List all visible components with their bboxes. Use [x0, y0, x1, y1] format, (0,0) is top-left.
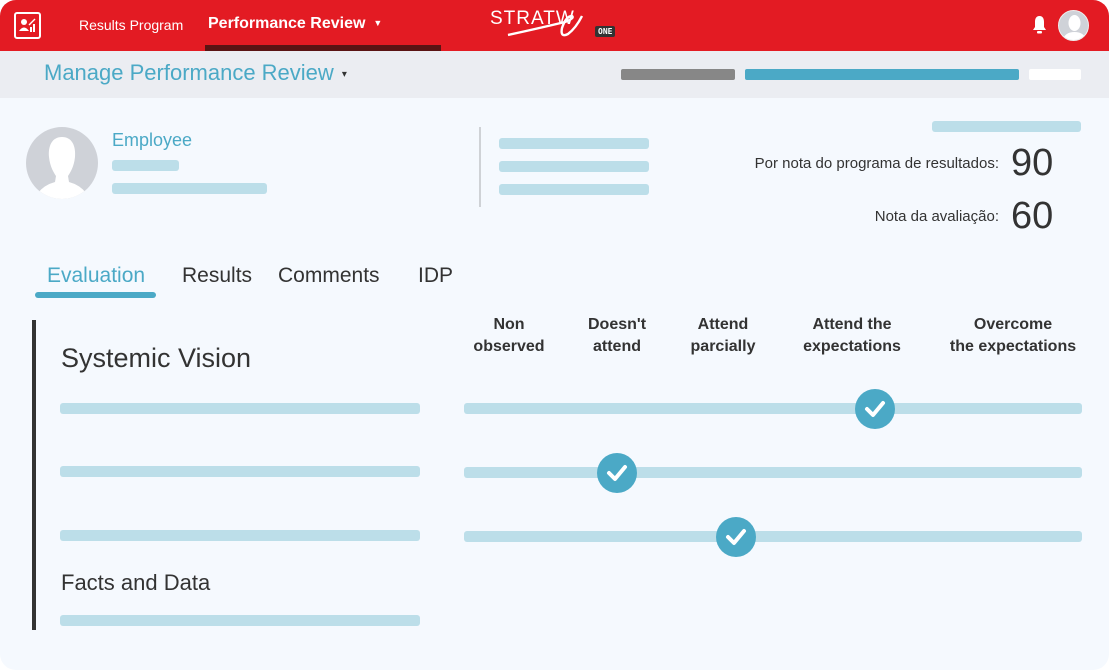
info-placeholder [499, 184, 649, 195]
score-label: Por nota do programa de resultados: [754, 155, 999, 172]
employee-label: Employee [112, 130, 193, 150]
nav-performance-review[interactable]: Performance Review ▼ [208, 15, 382, 33]
scale-header-line: expectations [803, 338, 901, 355]
rating-selected-check-icon[interactable] [597, 453, 637, 493]
info-placeholder [499, 138, 649, 149]
scale-header-line: Doesn't [587, 316, 647, 333]
scale-header-line: Overcome [973, 316, 1053, 333]
score-value: 60 [1011, 195, 1054, 237]
chevron-down-icon: ▾ [341, 69, 347, 80]
scale-header-line: the expectations [949, 338, 1077, 355]
scale-header-line: observed [473, 338, 545, 355]
tab-idp[interactable]: IDP [418, 264, 453, 288]
chevron-down-icon: ▼ [373, 18, 383, 28]
scale-header-line: attend [593, 338, 641, 355]
score-header-placeholder [932, 121, 1081, 132]
bell-icon[interactable] [1031, 15, 1048, 35]
person-silhouette-icon [36, 137, 88, 199]
scale-header-non-observed: Non observed [473, 314, 544, 358]
tab-comments[interactable]: Comments [278, 264, 380, 288]
score-value: 90 [1011, 142, 1054, 184]
scale-header-line: Non [493, 316, 525, 333]
nav-results-program[interactable]: Results Program [79, 17, 183, 33]
performance-chart-icon[interactable] [14, 12, 41, 39]
evaluation-score: Nota da avaliação: 60 [875, 195, 1059, 238]
scale-header-line: Attend the [812, 316, 892, 333]
section-title-facts-and-data: Facts and Data [61, 570, 211, 595]
stratws-logo: STRATW ONE [490, 8, 625, 42]
tab-evaluation[interactable]: Evaluation [47, 264, 145, 288]
scale-header-line: parcially [690, 338, 756, 355]
nav-performance-review-label: Performance Review [208, 15, 366, 32]
scale-header-overcome-expectations: Overcome the expectations [950, 314, 1076, 358]
rating-track[interactable] [464, 467, 1082, 478]
header-placeholder-white [1029, 69, 1081, 80]
page-title-dropdown[interactable]: Manage Performance Review ▾ [44, 60, 347, 86]
rating-track[interactable] [464, 403, 1082, 414]
employee-detail-placeholder [112, 183, 267, 194]
page-header: Manage Performance Review ▾ [0, 51, 1109, 98]
page-title: Manage Performance Review [44, 60, 334, 85]
active-tab-indicator [35, 292, 156, 298]
section-title-systemic-vision: Systemic Vision [61, 343, 252, 373]
criterion-placeholder [60, 403, 420, 414]
criterion-placeholder [60, 466, 420, 477]
scale-header-attend-expectations: Attend the expectations [803, 314, 901, 358]
scale-header-line: Attend [697, 316, 749, 333]
info-placeholder [499, 161, 649, 172]
rating-selected-check-icon[interactable] [855, 389, 895, 429]
section-rule [32, 320, 36, 630]
score-label: Nota da avaliação: [874, 208, 999, 225]
criterion-placeholder [60, 615, 420, 626]
header-placeholder-blue [745, 69, 1019, 80]
header-placeholder-grey [621, 69, 735, 80]
logo-badge: ONE [595, 26, 616, 37]
rating-track[interactable] [464, 531, 1082, 542]
employee-detail-placeholder [112, 160, 179, 171]
criterion-placeholder [60, 530, 420, 541]
scale-header-attend-parcially: Attend parcially [691, 314, 756, 358]
rating-selected-check-icon[interactable] [716, 517, 756, 557]
app-window: Results Program Performance Review ▼ STRA… [0, 0, 1109, 670]
top-navigation-bar: Results Program Performance Review ▼ STRA… [0, 0, 1109, 51]
user-avatar-icon[interactable] [1058, 10, 1089, 41]
results-program-score: Por nota do programa de resultados: 90 [755, 142, 1059, 185]
scale-header-doesnt-attend: Doesn't attend [588, 314, 646, 358]
tab-results[interactable]: Results [182, 264, 252, 288]
employee-avatar [26, 127, 98, 199]
vertical-divider [479, 127, 481, 207]
